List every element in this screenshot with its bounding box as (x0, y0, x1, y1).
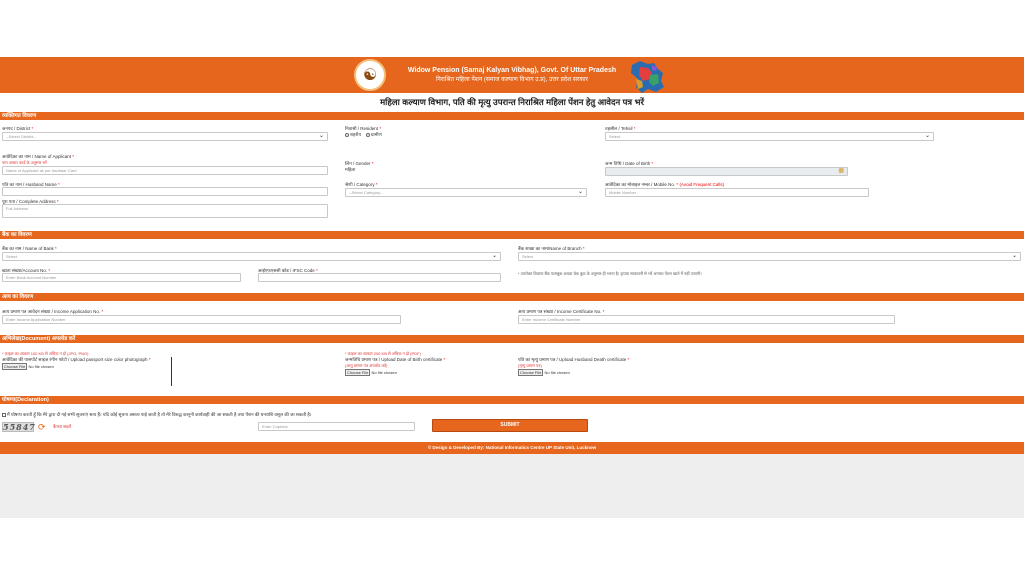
declaration-checkbox-row[interactable]: मैं घोषणा करती हूँ कि मेरे द्वारा दी गई … (2, 412, 311, 418)
dob-cert-file-input[interactable]: Choose File No file chosen (345, 369, 397, 376)
death-cert-file-input[interactable]: Choose File No file chosen (518, 369, 570, 376)
husband-name-input[interactable] (2, 187, 328, 196)
bank-select[interactable]: Select ⌄ (2, 252, 501, 261)
declaration-checkbox[interactable] (2, 412, 6, 417)
tehsil-select[interactable]: Select ⌄ (605, 132, 934, 141)
captcha-image: 55847 (2, 422, 36, 432)
chevron-down-icon: ⌄ (1011, 253, 1017, 259)
up-map-icon (631, 61, 664, 93)
page-bottom-area (0, 454, 1024, 518)
category-select[interactable]: --Select Category-- ⌄ (345, 188, 587, 197)
page: ☯ Widow Pension (Samaj Kalyan Vibhag), G… (0, 0, 1024, 576)
income-app-input[interactable]: Enter Income Application Number (2, 315, 401, 324)
resident-radio-urban[interactable]: शहरीय (345, 132, 361, 138)
section-documents: अभिलेख(Document) अपलोड करें (0, 335, 1024, 343)
calendar-icon: ▦ (838, 168, 844, 174)
refresh-captcha-link[interactable]: कैप्चा बदलें (53, 424, 71, 430)
section-personal: व्यक्तिगत विवरण (0, 112, 1024, 120)
submit-button[interactable]: SUBMIT (432, 419, 588, 432)
header-text: Widow Pension (Samaj Kalyan Vibhag), Gov… (408, 66, 616, 85)
up-govt-emblem-icon: ☯ (354, 59, 386, 91)
bank-note: * उपरोक्त विवरण बैंक पासबुक अथवा चेक बुक… (518, 271, 702, 276)
site-footer: © Design & Developed By: National Inform… (0, 442, 1024, 454)
divider (171, 357, 172, 386)
mobile-input[interactable]: Mobile Number (605, 188, 869, 197)
section-income: आय का विवरण (0, 293, 1024, 301)
income-cert-input[interactable]: Enter Income Certificate Number (518, 315, 895, 324)
section-bank: बैंक का विवरण (0, 231, 1024, 239)
chevron-down-icon: ⌄ (491, 253, 497, 259)
section-declaration: घोषणा(Declaration) (0, 396, 1024, 404)
dob-input[interactable]: ▦ (605, 167, 848, 176)
account-input[interactable]: Enter Bank Account Number (2, 273, 241, 282)
ifsc-input[interactable] (258, 273, 501, 282)
resident-radio-rural[interactable]: ग्रामीण (366, 132, 382, 138)
header-title: Widow Pension (Samaj Kalyan Vibhag), Gov… (407, 66, 617, 74)
site-header: ☯ Widow Pension (Samaj Kalyan Vibhag), G… (0, 57, 1024, 93)
refresh-icon[interactable]: ⟳ (38, 422, 46, 432)
photo-file-input[interactable]: Choose File No file chosen (2, 363, 54, 370)
header-subtitle: निराश्रित महिला पेंशन (समाज कल्याण विभाग… (435, 76, 588, 83)
applicant-name-input[interactable]: Name of Applicant as per Aadhaar Card (2, 166, 328, 175)
gender-value: महिला (345, 167, 356, 172)
branch-select[interactable]: Select ⌄ (518, 252, 1021, 261)
captcha-input[interactable]: Enter Captcha (258, 422, 415, 431)
page-heading: महिला कल्याण विभाग, पति की मृत्यु उपरान्… (380, 97, 644, 107)
chevron-down-icon: ⌄ (577, 189, 583, 195)
chevron-down-icon: ⌄ (924, 133, 930, 139)
district-select[interactable]: --Select District-- ⌄ (2, 132, 328, 141)
chevron-down-icon: ⌄ (318, 133, 324, 139)
address-textarea[interactable]: Full Address (2, 204, 328, 218)
